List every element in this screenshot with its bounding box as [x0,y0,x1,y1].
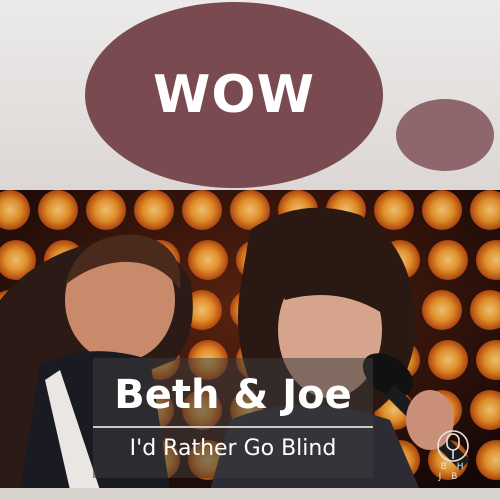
brand-logo: BH JB [420,428,486,482]
song-title: I'd Rather Go Blind [129,436,337,461]
bottom-strip [0,488,500,500]
stage-light [422,290,462,330]
speech-bubble: WOW [85,2,383,188]
stage-light [428,240,468,280]
stage-light [422,190,462,230]
song-caption: Beth & Joe I'd Rather Go Blind [93,358,373,478]
artist-title: Beth & Joe [114,372,352,418]
stage-light [374,190,414,230]
logo-text: BH JB [438,462,474,482]
stage-light [188,240,228,280]
caption-divider [93,426,373,428]
stage-light [86,190,126,230]
speech-bubble-tail [396,99,494,171]
bubble-text: WOW [153,65,315,125]
stage-light [428,340,468,380]
stage-light [182,190,222,230]
stage-light [38,190,78,230]
stage-light [134,190,174,230]
